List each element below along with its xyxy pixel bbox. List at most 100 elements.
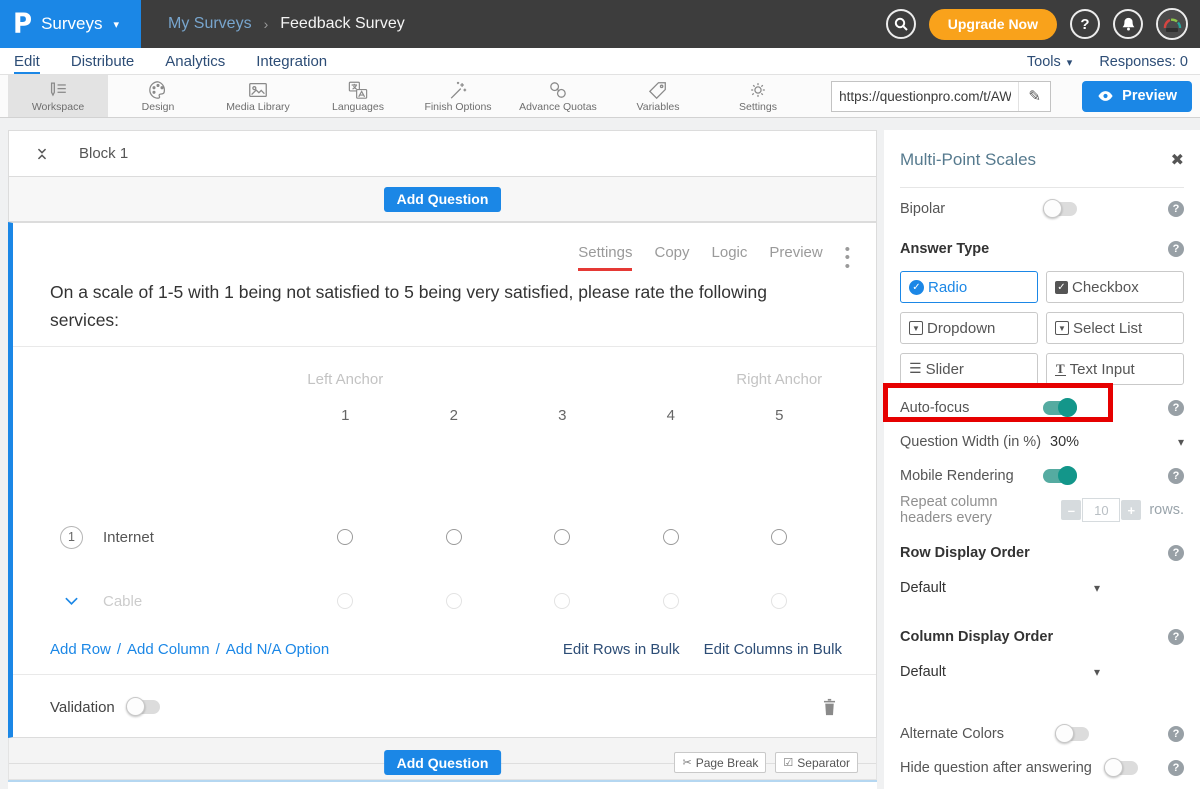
tag-icon [647, 80, 669, 100]
answer-type-checkbox[interactable]: ✓ Checkbox [1046, 271, 1184, 303]
add-column-link[interactable]: Add Column [127, 641, 210, 658]
edit-url-button[interactable]: ✎ [1018, 82, 1050, 111]
bipolar-toggle[interactable] [1043, 202, 1077, 216]
surveys-menu[interactable]: P Surveys ▾ [0, 0, 141, 48]
search-button[interactable] [886, 9, 916, 39]
repeat-headers-value[interactable]: 10 [1082, 498, 1120, 522]
column-header[interactable]: 5 [725, 407, 834, 424]
right-anchor-label[interactable]: Right Anchor [725, 371, 834, 388]
delete-question-button[interactable] [821, 697, 838, 717]
help-icon[interactable]: ? [1168, 545, 1184, 561]
hide-question-toggle[interactable] [1104, 761, 1138, 775]
add-question-button-bottom[interactable]: Add Question [384, 750, 502, 775]
toolbar-item-media-library[interactable]: Media Library [208, 75, 308, 117]
row-label[interactable]: Internet [103, 529, 154, 546]
toolbar-item-languages[interactable]: Languages [308, 75, 408, 117]
toolbar-item-finish-options[interactable]: Finish Options [408, 75, 508, 117]
alternate-colors-row: Alternate Colors ? [900, 717, 1184, 751]
validation-toggle[interactable] [126, 700, 160, 714]
row-label[interactable]: Cable [103, 593, 142, 610]
question-text[interactable]: On a scale of 1-5 with 1 being not satis… [13, 223, 876, 334]
answer-type-slider[interactable]: ☰ Slider [900, 353, 1038, 385]
chevron-down-icon[interactable]: ▾ [1178, 435, 1184, 449]
left-anchor-label[interactable]: Left Anchor [291, 371, 400, 388]
answer-type-grid: ✓ Radio ✓ Checkbox ▼ Dropdown ▼ Select L… [900, 271, 1184, 385]
mobile-rendering-toggle[interactable] [1043, 469, 1077, 483]
block-title[interactable]: Block 1 [79, 145, 128, 162]
increment-button[interactable]: + [1121, 500, 1141, 520]
help-icon[interactable]: ? [1168, 241, 1184, 257]
question-tab-preview[interactable]: Preview [769, 244, 822, 268]
toolbar-item-advance-quotas[interactable]: Advance Quotas [508, 75, 608, 117]
edit-rows-bulk-link[interactable]: Edit Rows in Bulk [563, 641, 680, 658]
radio-button[interactable] [337, 529, 353, 545]
question-tab-logic[interactable]: Logic [712, 244, 748, 268]
answer-type-dropdown[interactable]: ▼ Dropdown [900, 312, 1038, 344]
column-header[interactable]: 4 [617, 407, 726, 424]
toolbar-item-label: Variables [637, 101, 680, 113]
notifications-button[interactable] [1113, 9, 1143, 39]
decrement-button[interactable]: – [1061, 500, 1081, 520]
responses-count[interactable]: Responses: 0 [1099, 54, 1188, 70]
toolbar-item-design[interactable]: Design [108, 75, 208, 117]
add-row-link[interactable]: Add Row [50, 641, 111, 658]
radio-button[interactable] [446, 529, 462, 545]
row-drag-handle[interactable]: 1 [60, 526, 83, 549]
more-options-icon[interactable]: ••• [845, 244, 850, 271]
radio-button[interactable] [446, 593, 462, 609]
column-header[interactable]: 2 [400, 407, 509, 424]
column-header[interactable]: 3 [508, 407, 617, 424]
tab-integration[interactable]: Integration [256, 53, 327, 74]
toolbar-item-workspace[interactable]: Workspace [8, 75, 108, 117]
checkbox-icon: ✓ [1055, 281, 1068, 294]
add-question-button-top[interactable]: Add Question [384, 187, 502, 212]
help-icon[interactable]: ? [1168, 760, 1184, 776]
answer-type-radio[interactable]: ✓ Radio [900, 271, 1038, 303]
radio-button[interactable] [337, 593, 353, 609]
page-break-button[interactable]: ✂ Page Break [674, 752, 766, 773]
gear-icon [747, 80, 769, 100]
upgrade-now-button[interactable]: Upgrade Now [929, 9, 1057, 40]
radio-button[interactable] [554, 529, 570, 545]
help-icon[interactable]: ? [1168, 201, 1184, 217]
alternate-colors-toggle[interactable] [1055, 727, 1089, 741]
help-icon[interactable]: ? [1168, 400, 1184, 416]
separator-button[interactable]: ☑ Separator [775, 752, 858, 773]
help-button[interactable]: ? [1070, 9, 1100, 39]
column-display-order-select[interactable]: Default ▾ [900, 661, 1100, 683]
tab-analytics[interactable]: Analytics [165, 53, 225, 74]
radio-button[interactable] [663, 529, 679, 545]
row-display-order-select[interactable]: Default ▾ [900, 577, 1100, 599]
help-icon[interactable]: ? [1168, 468, 1184, 484]
answer-type-text-input[interactable]: T Text Input [1046, 353, 1184, 385]
question-width-value[interactable]: 30% [1050, 434, 1079, 450]
avatar[interactable] [1156, 8, 1188, 40]
preview-button[interactable]: Preview [1082, 81, 1192, 112]
toolbar-item-settings[interactable]: Settings [708, 75, 808, 117]
tools-menu[interactable]: Tools ▾ [1027, 54, 1072, 70]
help-icon[interactable]: ? [1168, 726, 1184, 742]
tab-distribute[interactable]: Distribute [71, 53, 134, 74]
tab-edit[interactable]: Edit [14, 53, 40, 74]
row-chevron-down-icon[interactable] [60, 595, 83, 607]
close-panel-button[interactable]: ✖ [1171, 150, 1184, 170]
add-na-option-link[interactable]: Add N/A Option [226, 641, 329, 658]
slider-icon: ☰ [909, 361, 922, 377]
radio-button[interactable] [771, 529, 787, 545]
panel-title: Multi-Point Scales [900, 150, 1036, 170]
survey-url-input[interactable] [832, 89, 1018, 104]
radio-button[interactable] [771, 593, 787, 609]
edit-columns-bulk-link[interactable]: Edit Columns in Bulk [704, 641, 842, 658]
question-tab-copy[interactable]: Copy [654, 244, 689, 268]
collapse-block-button[interactable] [34, 146, 50, 162]
auto-focus-toggle[interactable] [1043, 401, 1077, 415]
breadcrumb-my-surveys[interactable]: My Surveys [168, 15, 252, 33]
radio-button[interactable] [663, 593, 679, 609]
chevron-down-icon: ▾ [1067, 57, 1073, 69]
column-header[interactable]: 1 [291, 407, 400, 424]
radio-button[interactable] [554, 593, 570, 609]
question-tab-settings[interactable]: Settings [578, 244, 632, 271]
toolbar-item-variables[interactable]: Variables [608, 75, 708, 117]
answer-type-select-list[interactable]: ▼ Select List [1046, 312, 1184, 344]
help-icon[interactable]: ? [1168, 629, 1184, 645]
